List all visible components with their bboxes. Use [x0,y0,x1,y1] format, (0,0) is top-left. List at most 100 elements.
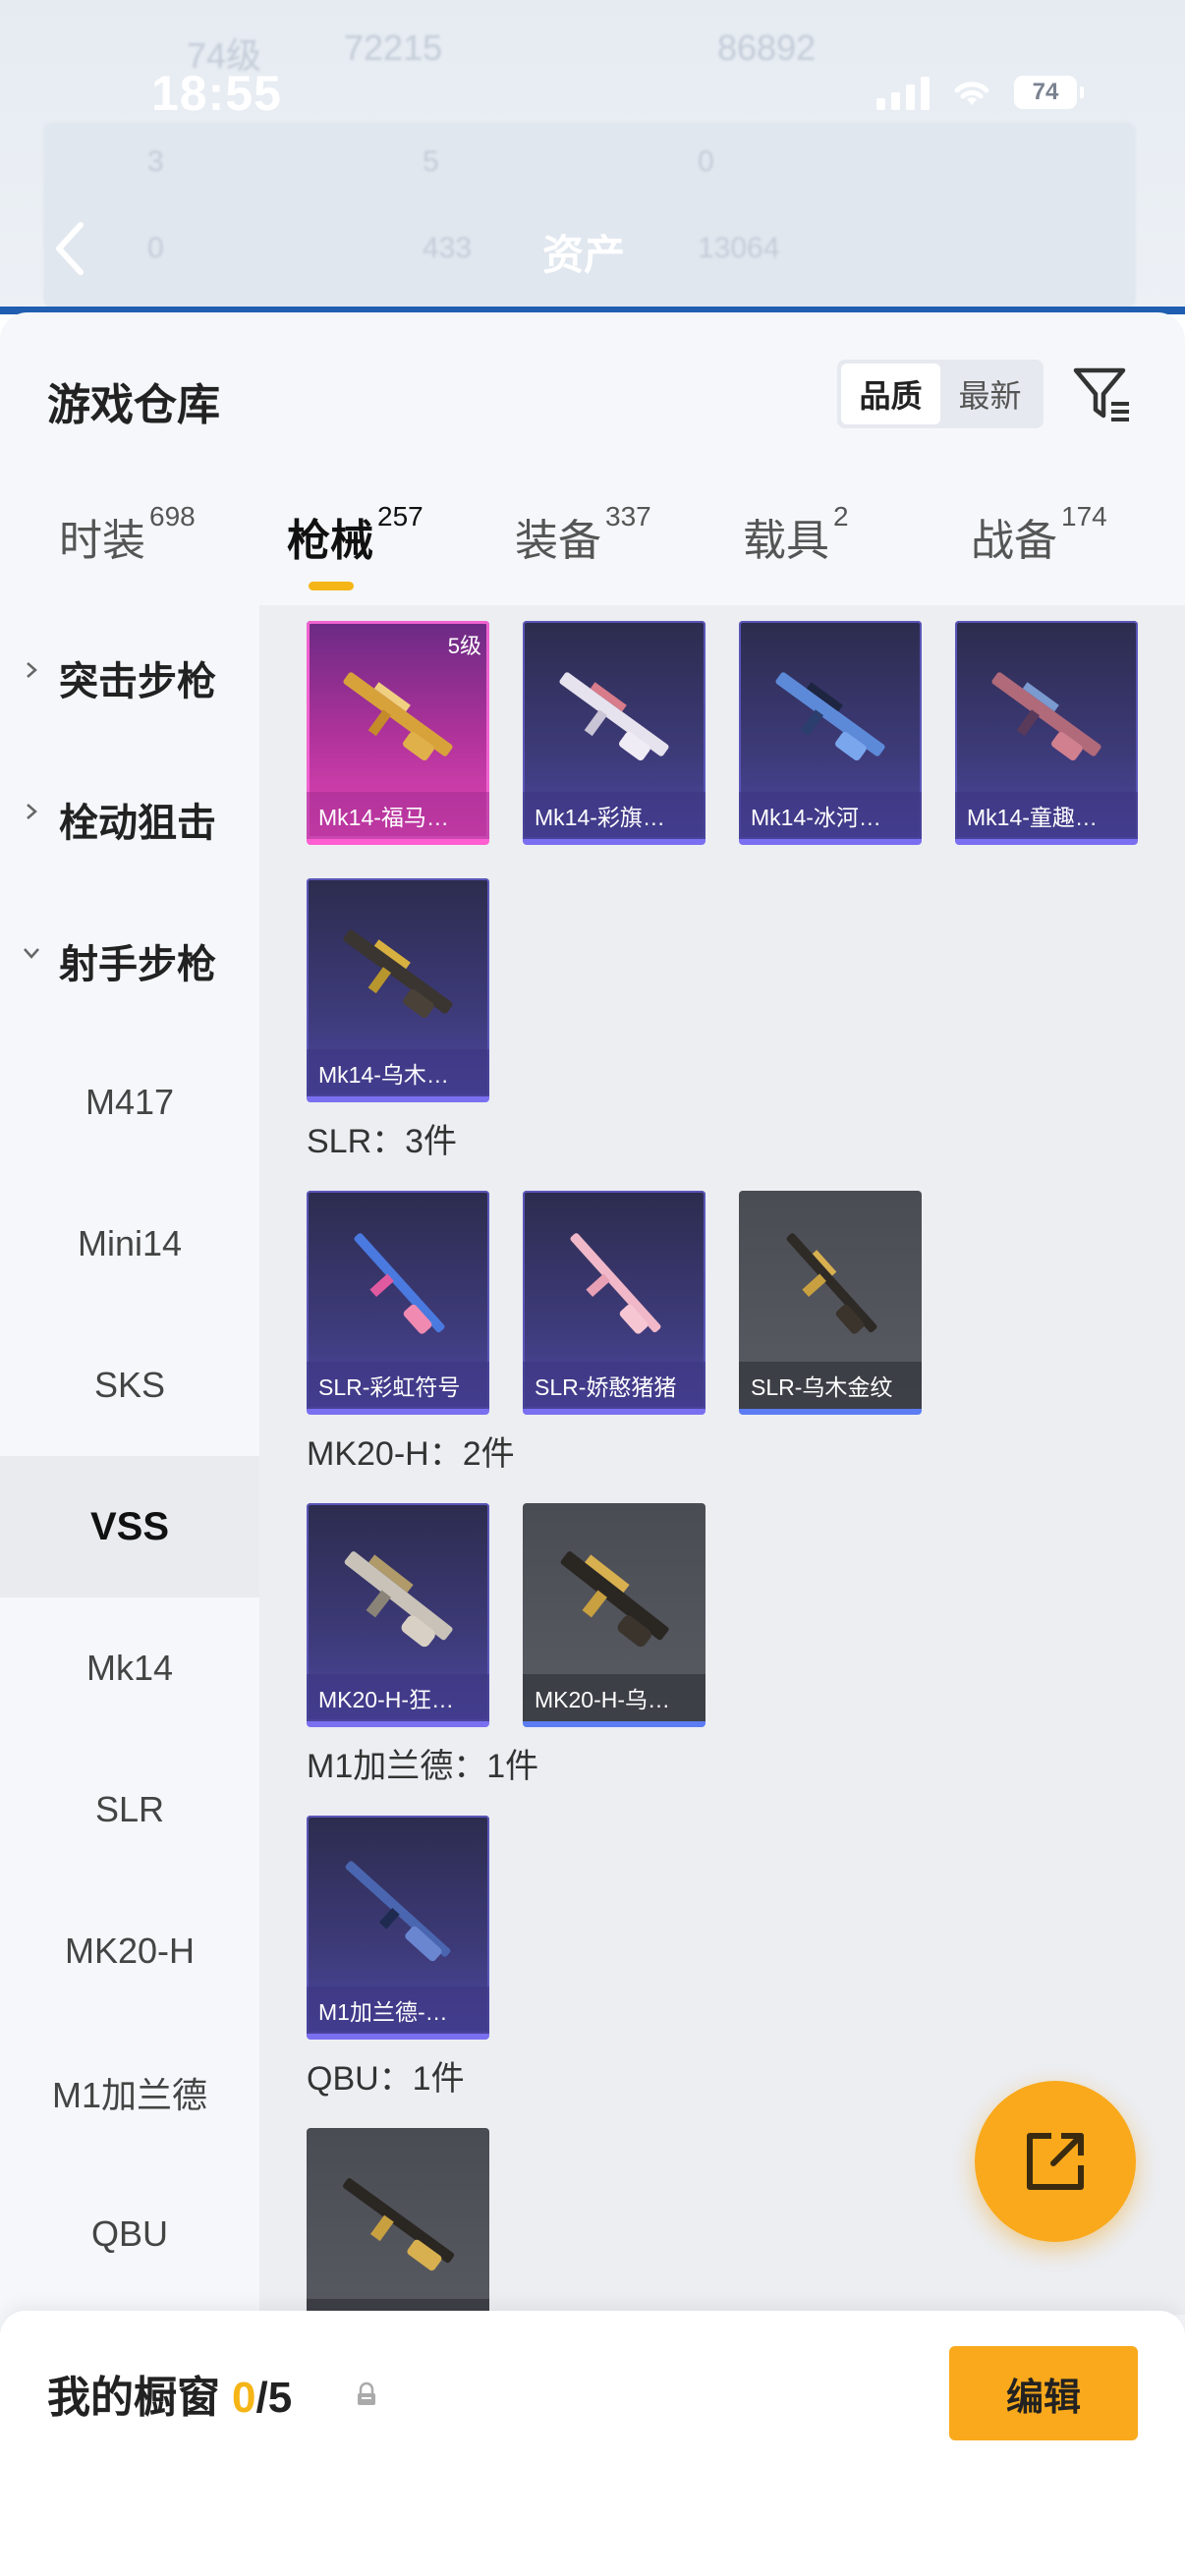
rifle-icon [344,1551,453,1648]
sort-quality-option[interactable]: 品质 [841,364,940,424]
skin-name: Mk14-福马… [307,792,489,839]
rifle-icon [560,1551,669,1648]
weapon-skin-grid: 5级 Mk14-福马… Mk14-彩旗… Mk14-冰河… Mk14-童趣… M… [259,605,1185,2315]
skin-name: MK20-H-乌… [523,1674,705,1721]
sidebar-item-m1-garand[interactable]: M1加兰德 [0,2022,259,2163]
skin-card[interactable]: SLR-娇憨猪猪 [523,1191,705,1415]
sidebar-category-bolt-sniper[interactable]: 栓动狙击 [0,749,259,890]
group-title-qbu: QBU：1件 [307,2060,465,2098]
tab-battle-gear[interactable]: 战备 174 [971,501,1107,568]
group-title-slr: SLR：3件 [307,1123,458,1160]
skin-name: Mk14-乌木… [307,1049,489,1096]
ghost-coins: 72215 [344,28,443,68]
sidebar-item-mini14[interactable]: Mini14 [0,1173,259,1315]
skin-card[interactable]: Mk14-冰河… [739,621,922,845]
category-label: 突击步枪 [59,660,216,703]
lock-icon [358,2381,375,2405]
skin-name: Mk14-彩旗… [523,792,705,839]
warehouse-sheet: 游戏仓库 品质 最新 时装 698 枪械 257 装备 337 载具 2 战备 … [0,312,1185,2576]
sort-latest-option[interactable]: 最新 [940,364,1040,424]
weapon-category-sidebar: 突击步枪 栓动狙击 射手步枪 M417 Mini14 SKS VSS Mk14 … [0,605,259,2315]
tab-count: 698 [149,501,196,532]
rifle-icon [570,1233,661,1334]
showcase-separator: / [255,2374,268,2422]
skin-card[interactable]: SLR-乌木金纹 [739,1191,922,1415]
skin-name: MK20-H-狂… [307,1674,489,1721]
back-icon [56,222,84,275]
skin-name: Mk14-冰河… [739,792,922,839]
tab-firearms[interactable]: 枪械 257 [287,501,423,568]
chevron-down-icon [24,948,39,959]
skin-card[interactable] [307,2128,489,2315]
sidebar-item-vss[interactable]: VSS [0,1456,259,1597]
group-title-mk20h: MK20-H：2件 [307,1435,515,1473]
tab-label: 枪械 [287,517,373,565]
skin-card[interactable]: MK20-H-乌… [523,1503,705,1727]
category-tabs: 时装 698 枪械 257 装备 337 载具 2 战备 174 [0,501,1185,613]
rifle-icon [343,672,453,760]
sidebar-item-qbu[interactable]: QBU [0,2163,259,2305]
tab-count: 2 [833,501,849,532]
sidebar-item-m417[interactable]: M417 [0,1032,259,1173]
skin-card[interactable]: 5级 Mk14-福马… [307,621,489,845]
wifi-icon [954,82,989,105]
skin-name: SLR-娇憨猪猪 [523,1362,705,1409]
showcase-title: 我的橱窗 0 / 5 [47,2362,292,2425]
tab-vehicles[interactable]: 载具 2 [743,501,849,568]
skin-card[interactable]: Mk14-乌木… [307,878,489,1102]
filter-button[interactable] [1069,360,1138,428]
background-header: 74级 72215 86892 3 5 0 0 433 13064 18:55 … [0,0,1185,314]
edit-showcase-button[interactable]: 编辑 [949,2346,1138,2440]
ghost-other: 86892 [717,28,817,68]
active-tab-indicator [309,582,354,590]
rifle-icon [991,672,1101,760]
tab-label: 时装 [59,517,145,565]
showcase-bar: 我的橱窗 0 / 5 编辑 [0,2311,1185,2576]
status-icons: 74 [876,75,1084,110]
sidebar-item-mk14[interactable]: Mk14 [0,1597,259,1739]
tab-count: 174 [1061,501,1107,532]
rifle-icon [354,1233,445,1334]
showcase-label: 我的橱窗 [47,2374,220,2422]
skin-name: SLR-彩虹符号 [307,1362,489,1409]
rifle-icon [343,2178,455,2271]
skin-card[interactable]: Mk14-童趣… [955,621,1138,845]
chevron-right-icon [27,804,37,819]
back-button[interactable] [39,206,98,291]
skin-card[interactable]: Mk14-彩旗… [523,621,705,845]
status-time: 18:55 [151,66,282,121]
rifle-icon [345,1861,451,1962]
tab-count: 257 [377,501,423,532]
skin-name: M1加兰德-… [307,1987,489,2034]
skin-card[interactable]: MK20-H-狂… [307,1503,489,1727]
ghost-stat: 5 [423,145,439,178]
tab-label: 装备 [515,517,601,565]
ghost-stat: 0 [147,232,164,264]
battery-icon: 74 [1014,76,1084,109]
rifle-icon [343,929,453,1018]
skin-card[interactable]: SLR-彩虹符号 [307,1191,489,1415]
tab-count: 337 [605,501,651,532]
signal-icon [876,75,930,110]
ghost-stat: 0 [698,145,714,178]
tab-equipment[interactable]: 装备 337 [515,501,651,568]
sidebar-category-marksman-rifle[interactable]: 射手步枪 [0,890,259,1032]
share-fab-button[interactable] [975,2081,1136,2242]
sidebar-item-sks[interactable]: SKS [0,1315,259,1456]
group-title-m1-garand: M1加兰德：1件 [307,1748,539,1785]
tab-label: 战备 [971,517,1057,565]
skin-card[interactable]: M1加兰德-… [307,1816,489,2040]
tab-fashion[interactable]: 时装 698 [59,501,196,568]
warehouse-title: 游戏仓库 [47,381,220,429]
ghost-stat: 13064 [698,232,780,264]
showcase-total-count: 5 [267,2374,293,2422]
rifle-icon [559,672,669,760]
ghost-stat: 433 [423,232,473,264]
rifle-icon [786,1233,877,1334]
sidebar-category-assault-rifle[interactable]: 突击步枪 [0,607,259,749]
share-icon [1027,2133,1084,2190]
chevron-right-icon [27,662,37,678]
showcase-used-count: 0 [232,2374,256,2422]
sidebar-item-slr[interactable]: SLR [0,1739,259,1880]
sidebar-item-mk20h[interactable]: MK20-H [0,1880,259,2022]
